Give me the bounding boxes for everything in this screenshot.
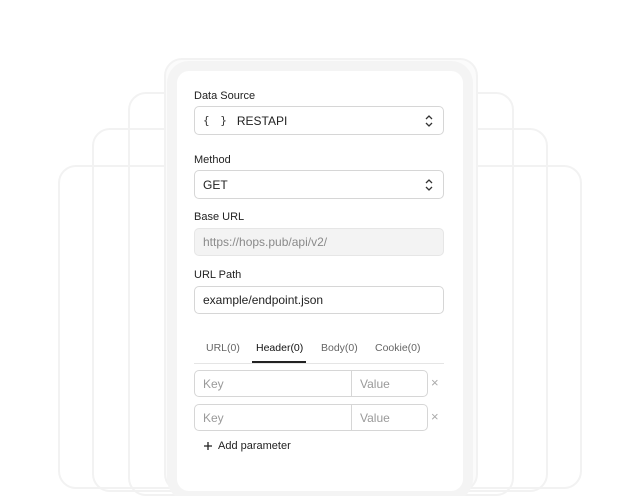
divider: [351, 405, 352, 430]
url-path-label: URL Path: [194, 269, 242, 281]
param-key-input[interactable]: Key: [203, 377, 224, 391]
param-key-input[interactable]: Key: [203, 411, 224, 425]
param-row: Key Value: [194, 404, 428, 431]
data-source-label: Data Source: [194, 90, 256, 102]
url-path-value: example/endpoint.json: [203, 293, 324, 307]
add-parameter-button[interactable]: Add parameter: [204, 440, 291, 452]
tab-url[interactable]: URL(0): [206, 342, 240, 354]
remove-param-icon[interactable]: ×: [431, 375, 439, 390]
active-tab-indicator: [252, 361, 306, 363]
method-select[interactable]: GET: [194, 170, 444, 199]
plus-icon: [204, 442, 212, 450]
data-source-select[interactable]: { } RESTAPI: [194, 106, 444, 135]
data-source-value: RESTAPI: [236, 113, 288, 128]
param-row: Key Value: [194, 370, 428, 397]
url-path-input[interactable]: example/endpoint.json: [194, 286, 444, 314]
divider: [351, 371, 352, 396]
chevron-up-down-icon: [425, 179, 433, 191]
tab-cookie[interactable]: Cookie(0): [375, 342, 421, 354]
tab-header[interactable]: Header(0): [256, 342, 303, 354]
method-value: GET: [203, 177, 228, 192]
chevron-up-down-icon: [425, 115, 433, 127]
base-url-label: Base URL: [194, 211, 245, 223]
method-label: Method: [194, 154, 231, 166]
base-url-value: https://hops.pub/api/v2/: [203, 235, 328, 249]
braces-icon: { }: [203, 114, 229, 127]
add-parameter-label: Add parameter: [218, 440, 291, 452]
tab-body[interactable]: Body(0): [321, 342, 358, 354]
base-url-field: https://hops.pub/api/v2/: [194, 228, 444, 256]
param-value-input[interactable]: Value: [360, 411, 390, 425]
remove-param-icon[interactable]: ×: [431, 409, 439, 424]
param-value-input[interactable]: Value: [360, 377, 390, 391]
